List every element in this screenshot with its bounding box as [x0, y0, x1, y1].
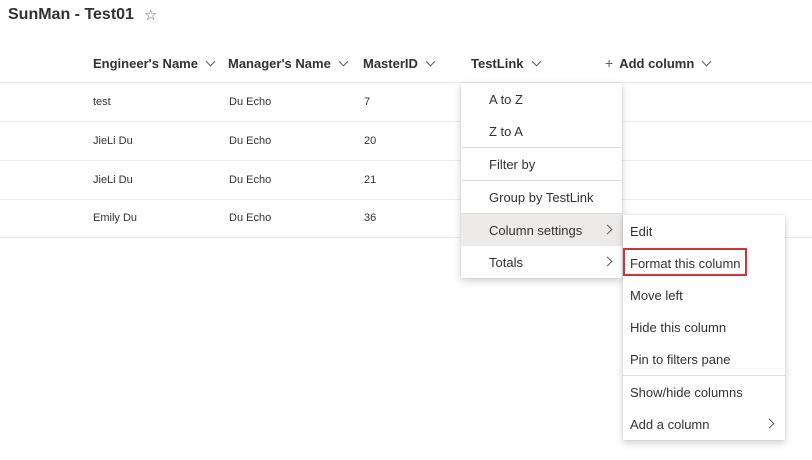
menu-item-filter-by[interactable]: Filter by [461, 147, 622, 180]
cell-manager: Du Echo [229, 135, 272, 147]
column-context-menu: A to Z Z to A Filter by Group by TestLin… [461, 83, 622, 278]
cell-manager: Du Echo [229, 212, 272, 224]
cell-manager: Du Echo [229, 174, 272, 186]
plus-icon: + [605, 55, 614, 71]
column-header-managers-name[interactable]: Manager's Name [228, 44, 349, 82]
menu-item-group-by[interactable]: Group by TestLink [461, 180, 622, 213]
chevron-down-icon [338, 56, 349, 66]
cell-engineer: Emily Du [93, 212, 138, 224]
menu-item-add-a-column[interactable]: Add a column [623, 408, 785, 440]
menu-item-pin-to-filters-pane[interactable]: Pin to filters pane [623, 343, 785, 375]
menu-item-label: Column settings [489, 222, 583, 238]
column-header-testlink[interactable]: TestLink [471, 44, 541, 82]
table-row[interactable]: test Du Echo 7 [0, 83, 812, 122]
menu-item-z-to-a[interactable]: Z to A [461, 115, 622, 147]
menu-item-label: Format this column [630, 255, 741, 271]
cell-master-id: 21 [364, 174, 377, 186]
cell-master-id: 36 [364, 212, 377, 224]
menu-item-move-left[interactable]: Move left [623, 279, 785, 311]
column-header-label: Manager's Name [228, 55, 331, 71]
menu-item-label: Filter by [489, 156, 536, 172]
cell-master-id: 7 [364, 96, 371, 108]
cell-engineer: JieLi Du [93, 174, 133, 186]
chevron-down-icon [701, 56, 712, 66]
chevron-down-icon [531, 56, 541, 66]
menu-item-label: Move left [630, 287, 683, 303]
page-title: SunMan - Test01 [8, 6, 134, 23]
menu-item-label: Edit [630, 223, 653, 239]
column-header-masterid[interactable]: MasterID [363, 44, 436, 82]
menu-item-label: Add a column [630, 416, 710, 432]
table-row[interactable]: JieLi Du Du Echo 21 [0, 161, 812, 200]
menu-item-label: Z to A [489, 123, 523, 139]
menu-item-totals[interactable]: Totals [461, 246, 622, 278]
table-row[interactable]: JieLi Du Du Echo 20 [0, 122, 812, 161]
menu-item-label: Show/hide columns [630, 384, 743, 400]
menu-item-label: Totals [489, 254, 523, 270]
menu-item-format-this-column[interactable]: Format this column [623, 247, 785, 279]
chevron-right-icon [764, 418, 775, 429]
list-header: Engineer's Name Manager's Name MasterID … [0, 44, 812, 83]
column-header-label: MasterID [363, 55, 418, 71]
menu-item-show-hide-columns[interactable]: Show/hide columns [623, 375, 785, 408]
chevron-right-icon [602, 224, 613, 235]
title-row: SunMan - Test01 ☆ [8, 4, 157, 26]
column-settings-submenu: Edit Format this column Move left Hide t… [623, 215, 785, 440]
cell-manager: Du Echo [229, 96, 272, 108]
chevron-right-icon [602, 256, 613, 267]
add-column-label: Add column [619, 55, 695, 71]
menu-item-label: Pin to filters pane [630, 351, 731, 367]
column-header-label: TestLink [471, 55, 524, 71]
add-column-button[interactable]: + Add column [605, 44, 712, 82]
menu-item-hide-this-column[interactable]: Hide this column [623, 311, 785, 343]
star-icon[interactable]: ☆ [144, 6, 157, 24]
cell-engineer: test [93, 96, 111, 108]
menu-item-edit[interactable]: Edit [623, 215, 785, 247]
cell-master-id: 20 [364, 135, 377, 147]
menu-item-label: Hide this column [630, 319, 727, 335]
cell-engineer: JieLi Du [93, 135, 133, 147]
column-header-engineers-name[interactable]: Engineer's Name [93, 44, 216, 82]
menu-item-a-to-z[interactable]: A to Z [461, 83, 622, 115]
column-header-label: Engineer's Name [93, 55, 198, 71]
menu-item-column-settings[interactable]: Column settings [461, 213, 622, 246]
menu-item-label: A to Z [489, 91, 523, 107]
menu-item-label: Group by TestLink [489, 189, 594, 205]
chevron-down-icon [425, 56, 436, 66]
chevron-down-icon [205, 56, 216, 66]
